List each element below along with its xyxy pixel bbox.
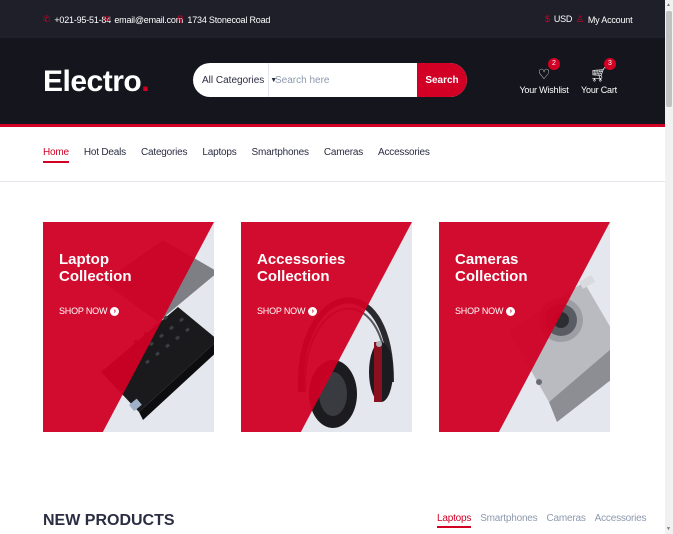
shopping-cart-icon: 🛒︎ xyxy=(590,66,608,82)
nav-item-smartphones[interactable]: Smartphones xyxy=(252,147,309,163)
collection-title-line1: Laptop xyxy=(59,251,109,268)
cart-count-badge: 3 xyxy=(604,58,616,70)
shop-now-label: SHOP NOW xyxy=(455,306,504,316)
accessories-collection-banner[interactable]: Accessories Collection SHOP NOW › xyxy=(241,222,412,432)
category-select[interactable]: All Categories ▼ xyxy=(193,63,277,97)
collection-title-line1: Cameras xyxy=(455,251,519,268)
page: ✆ +021-95-51-84 ✉ email@email.com ⚲ 1734… xyxy=(0,0,673,534)
phone-icon: ✆ xyxy=(43,14,51,24)
tab-smartphones[interactable]: Smartphones xyxy=(480,513,537,528)
shop-now-label: SHOP NOW xyxy=(257,306,306,316)
scroll-down-arrow-icon[interactable]: ▼ xyxy=(666,526,671,532)
nav-item-accessories[interactable]: Accessories xyxy=(378,147,430,163)
cart-label: Your Cart xyxy=(581,85,617,95)
email-link[interactable]: ✉ email@email.com xyxy=(103,14,183,25)
logo-dot: . xyxy=(141,65,150,98)
wishlist-label: Your Wishlist xyxy=(519,85,569,95)
nav-item-laptops[interactable]: Laptops xyxy=(202,147,236,163)
category-select-value: All Categories xyxy=(202,74,265,86)
main-header: Electro. All Categories ▼ Search ♡ 2 You… xyxy=(0,38,665,124)
email-address: email@email.com xyxy=(114,14,183,25)
laptop-collection-banner[interactable]: Laptop Collection SHOP NOW › xyxy=(43,222,214,432)
logo-text: Electro xyxy=(43,65,142,98)
search-button[interactable]: Search xyxy=(417,63,467,97)
top-header: ✆ +021-95-51-84 ✉ email@email.com ⚲ 1734… xyxy=(0,0,665,38)
my-account-link[interactable]: ♙ My Account xyxy=(576,14,633,25)
address-text: 1734 Stonecoal Road xyxy=(187,14,271,25)
main-navigation: Home Hot Deals Categories Laptops Smartp… xyxy=(0,127,665,182)
collection-title: Cameras Collection xyxy=(455,251,528,285)
search-form: All Categories ▼ Search xyxy=(193,63,467,97)
shop-now-link[interactable]: SHOP NOW › xyxy=(257,306,318,316)
shop-now-link[interactable]: SHOP NOW › xyxy=(59,306,120,316)
cameras-collection-banner[interactable]: Cameras Collection SHOP NOW › xyxy=(439,222,610,432)
new-products-title: NEW PRODUCTS xyxy=(43,512,175,529)
nav-item-hot-deals[interactable]: Hot Deals xyxy=(84,147,126,163)
collection-title-line2: Collection xyxy=(257,268,330,285)
address-link[interactable]: ⚲ 1734 Stonecoal Road xyxy=(177,14,270,25)
arrow-circle-right-icon: › xyxy=(506,306,516,316)
currency-link[interactable]: $ USD xyxy=(545,14,572,24)
cart-link[interactable]: 🛒︎ 3 Your Cart xyxy=(574,58,624,95)
tab-laptops[interactable]: Laptops xyxy=(437,513,471,528)
dollar-icon: $ xyxy=(545,14,550,24)
logo[interactable]: Electro. xyxy=(43,65,150,99)
scroll-up-arrow-icon[interactable]: ▲ xyxy=(666,2,671,8)
nav-item-home[interactable]: Home xyxy=(43,147,69,163)
nav-item-cameras[interactable]: Cameras xyxy=(324,147,363,163)
heart-icon: ♡ xyxy=(537,66,551,82)
collection-title: Accessories Collection xyxy=(257,251,345,285)
collection-title-line2: Collection xyxy=(59,268,132,285)
user-icon: ♙ xyxy=(576,14,584,24)
currency-label: USD xyxy=(553,14,573,24)
collection-title: Laptop Collection xyxy=(59,251,132,285)
envelope-icon: ✉ xyxy=(103,14,111,24)
map-marker-icon: ⚲ xyxy=(177,14,184,24)
tab-cameras[interactable]: Cameras xyxy=(546,513,585,528)
search-input[interactable] xyxy=(269,63,417,97)
arrow-circle-right-icon: › xyxy=(110,306,120,316)
wishlist-count-badge: 2 xyxy=(548,58,560,70)
wishlist-link[interactable]: ♡ 2 Your Wishlist xyxy=(519,58,569,95)
tab-accessories[interactable]: Accessories xyxy=(595,513,647,528)
arrow-circle-right-icon: › xyxy=(308,306,318,316)
my-account-label: My Account xyxy=(587,14,633,25)
nav-list: Home Hot Deals Categories Laptops Smartp… xyxy=(43,147,445,163)
scrollbar-thumb[interactable] xyxy=(666,11,672,107)
new-products-tabs: Laptops Smartphones Cameras Accessories xyxy=(437,513,647,528)
page-scrollbar[interactable]: ▲ ▼ xyxy=(665,0,673,534)
phone-link[interactable]: ✆ +021-95-51-84 xyxy=(43,14,111,25)
collection-title-line2: Collection xyxy=(455,268,528,285)
shop-now-link[interactable]: SHOP NOW › xyxy=(455,306,516,316)
shop-now-label: SHOP NOW xyxy=(59,306,108,316)
nav-item-categories[interactable]: Categories xyxy=(141,147,188,163)
collection-title-line1: Accessories xyxy=(257,251,346,268)
